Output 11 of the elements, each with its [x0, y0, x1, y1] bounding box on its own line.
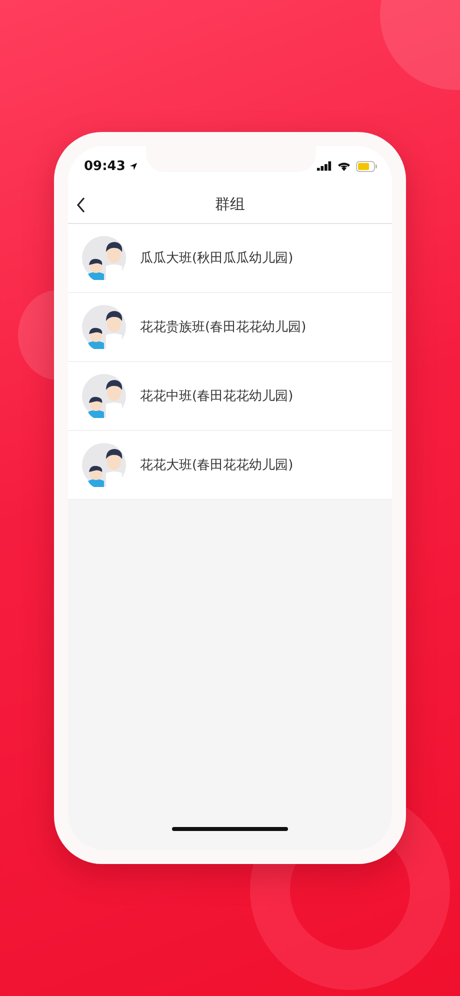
location-arrow-icon: [129, 162, 138, 170]
people-avatar-icon: [82, 236, 126, 280]
people-avatar-icon: [82, 305, 126, 349]
page-title: 群组: [215, 195, 245, 214]
battery-icon: [356, 160, 378, 172]
signal-icon: [317, 161, 332, 171]
people-avatar-icon: [82, 443, 126, 487]
status-time: 09:43: [84, 158, 126, 174]
chevron-left-icon: [76, 196, 86, 214]
wifi-icon: [337, 161, 351, 171]
people-avatar-icon: [82, 374, 126, 418]
